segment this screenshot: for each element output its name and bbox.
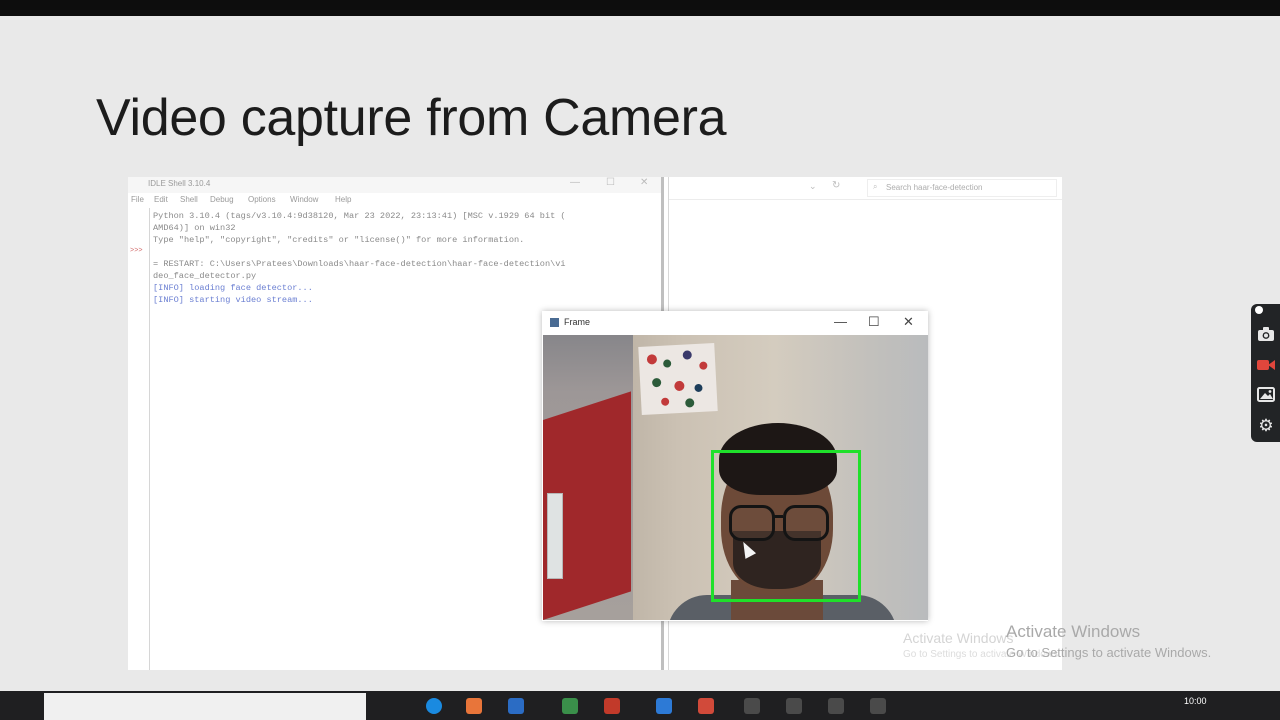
app-green-icon[interactable] [562, 698, 578, 714]
video-record-icon[interactable] [1256, 354, 1276, 374]
gear-icon[interactable]: ⚙ [1256, 416, 1276, 436]
search-icon: ⌕ [873, 182, 878, 191]
frame-window-title: Frame [564, 317, 591, 327]
menu-options[interactable]: Options [248, 195, 276, 204]
explorer-toolbar: ⌄ ↻ ⌕ Search haar-face-detection [669, 177, 1062, 200]
app-red-icon[interactable] [604, 698, 620, 714]
frame-window: Frame — ☐ ✕ [542, 311, 928, 621]
idle-minimize-button[interactable]: — [570, 177, 580, 188]
taskbar-search-box[interactable] [44, 693, 366, 720]
edge-icon[interactable] [426, 698, 442, 714]
taskbar-clock[interactable]: 10:00 [1184, 696, 1207, 706]
python-icon[interactable] [656, 698, 672, 714]
camera-feed [543, 335, 928, 620]
watermark-subtitle: Go to Settings to activate Windows. [1006, 645, 1212, 660]
menu-debug[interactable]: Debug [210, 195, 234, 204]
frame-close-button[interactable]: ✕ [903, 314, 914, 330]
app-grey2-icon[interactable] [786, 698, 802, 714]
idle-close-button[interactable]: ✕ [640, 177, 648, 188]
shell-line: = RESTART: C:\Users\Pratees\Downloads\ha… [153, 259, 566, 269]
shell-info-line: [INFO] loading face detector... [153, 283, 313, 293]
camera-icon[interactable] [1256, 324, 1276, 344]
menu-edit[interactable]: Edit [154, 195, 168, 204]
shell-line: Python 3.10.4 (tags/v3.10.4:9d38120, Mar… [153, 211, 566, 221]
camera-poster [638, 343, 718, 415]
app-blue-icon[interactable] [508, 698, 524, 714]
shell-prompt: >>> [130, 247, 143, 255]
idle-window-title: IDLE Shell 3.10.4 [148, 179, 211, 188]
shell-line: deo_face_detector.py [153, 271, 257, 281]
shell-output[interactable]: Python 3.10.4 (tags/v3.10.4:9d38120, Mar… [153, 210, 658, 306]
taskbar: 10:00 [0, 691, 1280, 720]
watermark-ghost-title: Activate Windows [903, 630, 1014, 646]
explorer-search-placeholder: Search haar-face-detection [886, 183, 983, 192]
chevron-down-icon[interactable]: ⌄ [809, 181, 817, 192]
watermark-title: Activate Windows [1006, 622, 1141, 641]
idle-menubar: File Edit Shell Debug Options Window Hel… [128, 194, 664, 208]
app-grey4-icon[interactable] [870, 698, 886, 714]
image-icon[interactable] [1256, 384, 1276, 404]
menu-shell[interactable]: Shell [180, 195, 198, 204]
app-icon [550, 318, 559, 327]
menu-help[interactable]: Help [335, 195, 351, 204]
app-orange-icon[interactable] [466, 698, 482, 714]
frame-maximize-button[interactable]: ☐ [868, 314, 880, 330]
recorder-toolbar: ⚙ [1251, 304, 1280, 442]
app-red2-icon[interactable] [698, 698, 714, 714]
frame-minimize-button[interactable]: — [834, 314, 847, 329]
refresh-icon[interactable]: ↻ [832, 180, 840, 191]
idle-maximize-button[interactable]: ☐ [606, 177, 615, 188]
idle-titlebar: IDLE Shell 3.10.4 — ☐ ✕ [128, 177, 664, 193]
slide-title: Video capture from Camera [96, 89, 727, 147]
shell-line: AMD64)] on win32 [153, 223, 236, 233]
top-bar [0, 0, 1280, 16]
explorer-search-input[interactable]: ⌕ Search haar-face-detection [867, 179, 1057, 197]
camera-window [547, 493, 563, 579]
recorder-close-icon[interactable] [1255, 306, 1263, 314]
frame-titlebar[interactable]: Frame — ☐ ✕ [542, 311, 928, 335]
app-grey-icon[interactable] [744, 698, 760, 714]
app-grey3-icon[interactable] [828, 698, 844, 714]
shell-gutter: >>> [128, 208, 150, 670]
menu-window[interactable]: Window [290, 195, 318, 204]
shell-line: Type "help", "copyright", "credits" or "… [153, 235, 525, 245]
face-detection-box [711, 450, 861, 602]
menu-file[interactable]: File [131, 195, 144, 204]
shell-info-line: [INFO] starting video stream... [153, 295, 313, 305]
